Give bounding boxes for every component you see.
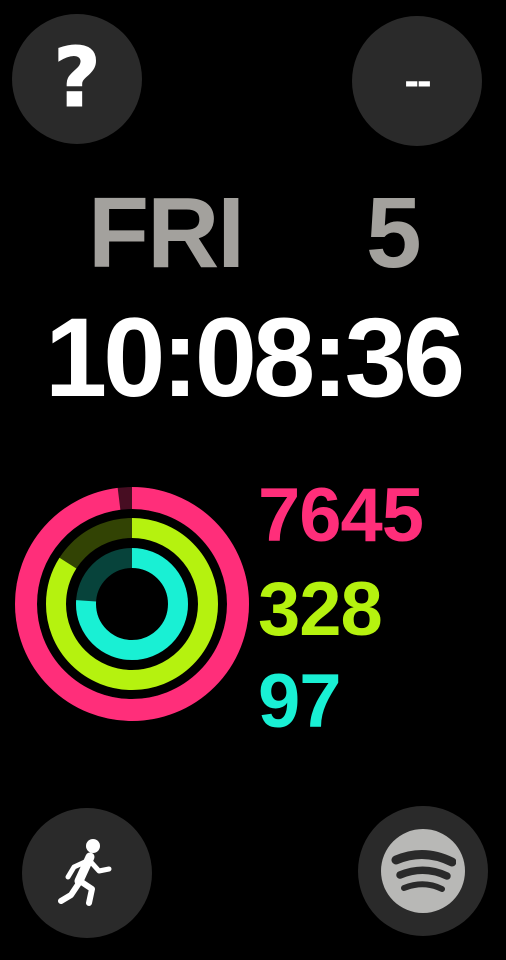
- question-mark-icon: ?: [53, 31, 102, 126]
- empty-complication[interactable]: --: [352, 16, 482, 146]
- complication-placeholder: --: [404, 56, 431, 105]
- day-date-row: FRI 5: [0, 178, 506, 288]
- move-calories-value: 7645: [258, 473, 424, 558]
- spotify-complication[interactable]: [358, 806, 488, 936]
- activity-rings[interactable]: [8, 480, 256, 728]
- workout-complication[interactable]: [22, 808, 152, 938]
- digital-time: 10:08:36: [44, 295, 465, 420]
- date-label: 5: [366, 177, 422, 289]
- stand-hours-value: 97: [258, 659, 342, 744]
- help-complication[interactable]: ?: [12, 14, 142, 144]
- exercise-minutes-value: 328: [258, 567, 383, 652]
- weekday-label: FRI: [88, 177, 245, 289]
- spotify-icon: [381, 829, 465, 913]
- running-figure-icon: [58, 839, 112, 906]
